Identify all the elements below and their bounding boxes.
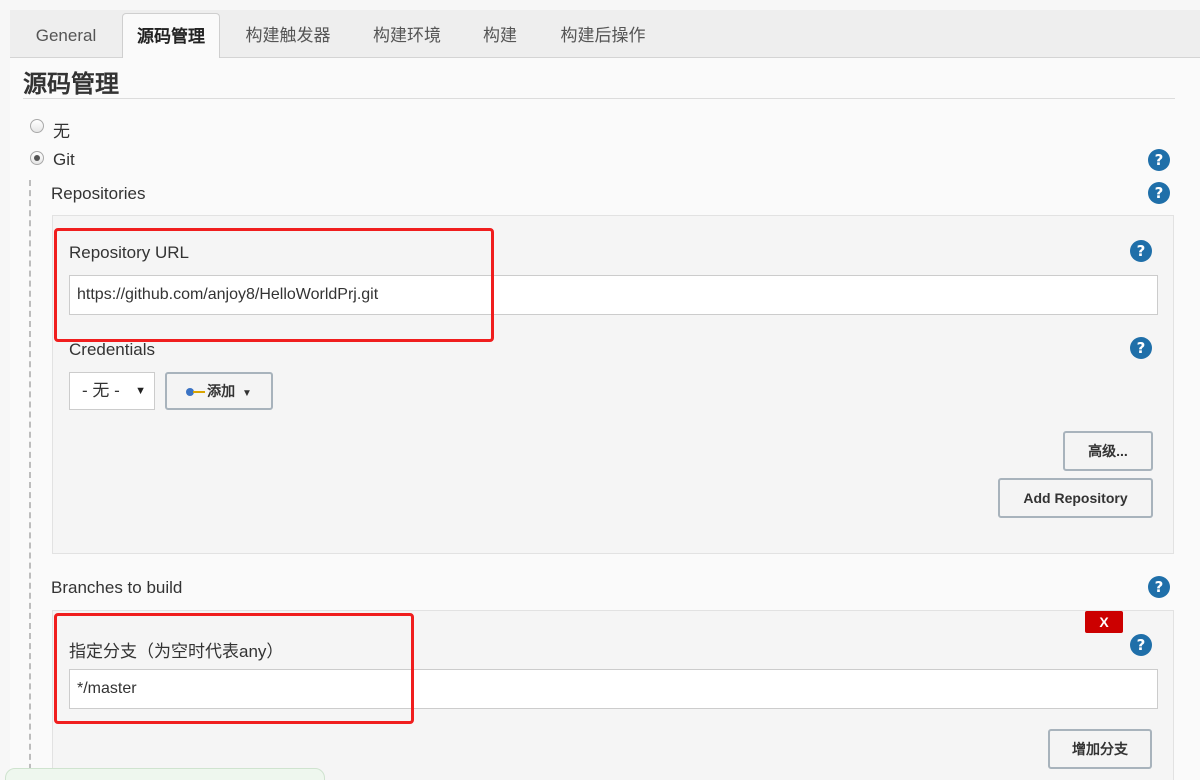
repository-url-label: Repository URL	[69, 243, 189, 262]
section-title: 源码管理	[23, 71, 119, 98]
scm-none-label: 无	[53, 122, 70, 141]
question-circle-icon[interactable]: ?	[1148, 576, 1170, 598]
tab-post-build-actions[interactable]: 构建后操作	[548, 10, 658, 58]
question-circle-icon[interactable]: ?	[1148, 149, 1170, 171]
advanced-button[interactable]: 高级...	[1063, 431, 1153, 471]
git-section-guide-line	[29, 180, 31, 780]
tab-bar: General 源码管理 构建触发器 构建环境 构建 构建后操作	[10, 10, 1200, 59]
question-circle-icon[interactable]: ?	[1130, 634, 1152, 656]
bottom-tab-edge	[5, 768, 325, 780]
tab-general[interactable]: General	[24, 10, 108, 58]
question-circle-icon[interactable]: ?	[1130, 240, 1152, 262]
tab-build[interactable]: 构建	[472, 10, 528, 58]
add-repository-button[interactable]: Add Repository	[998, 478, 1153, 518]
branch-specifier-input[interactable]: */master	[69, 669, 1158, 709]
repository-url-input[interactable]: https://github.com/anjoy8/HelloWorldPrj.…	[69, 275, 1158, 315]
tab-build-environment[interactable]: 构建环境	[362, 10, 452, 58]
question-circle-icon[interactable]: ?	[1130, 337, 1152, 359]
add-branch-button[interactable]: 增加分支	[1048, 729, 1152, 769]
section-divider	[23, 98, 1175, 99]
chevron-down-icon: ▼	[135, 385, 146, 397]
branches-to-build-label: Branches to build	[51, 578, 183, 597]
delete-branch-button[interactable]: X	[1085, 611, 1123, 633]
key-icon	[186, 387, 206, 397]
credentials-selected-value: - 无 -	[82, 381, 120, 400]
tab-build-triggers[interactable]: 构建触发器	[236, 10, 340, 58]
tab-source-code-management[interactable]: 源码管理	[122, 13, 220, 59]
caret-down-icon: ▼	[241, 388, 252, 399]
credentials-select[interactable]: - 无 - ▼	[69, 372, 155, 410]
scm-git-radio[interactable]	[30, 151, 44, 165]
scm-git-label: Git	[53, 150, 75, 169]
add-credentials-label: 添加	[207, 383, 236, 399]
scm-none-radio[interactable]	[30, 119, 44, 133]
branch-specifier-label: 指定分支（为空时代表any）	[69, 642, 284, 661]
credentials-label: Credentials	[69, 340, 155, 359]
question-circle-icon[interactable]: ?	[1148, 182, 1170, 204]
repositories-label: Repositories	[51, 184, 146, 203]
add-credentials-button[interactable]: 添加 ▼	[165, 372, 273, 410]
